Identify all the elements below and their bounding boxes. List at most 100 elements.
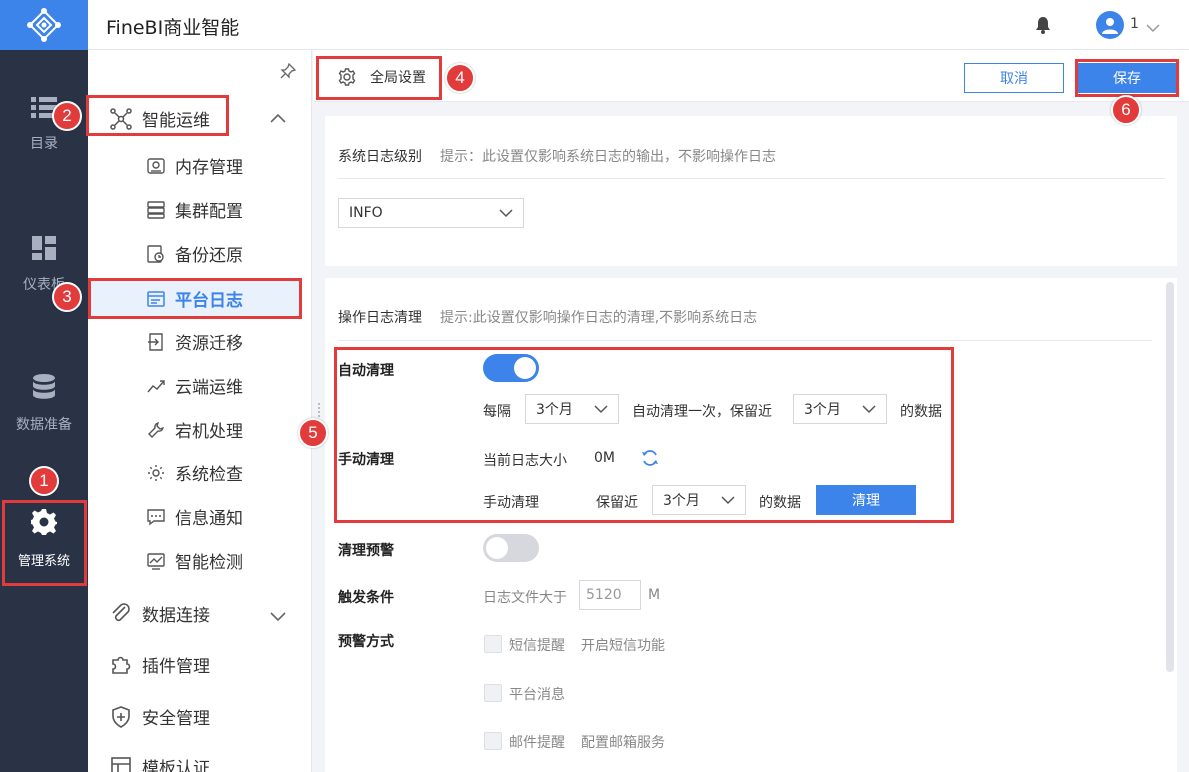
nav-item-cluster[interactable]: 集群配置 <box>147 197 243 222</box>
app-title: FineBI商业智能 <box>106 17 240 39</box>
mail-label: 邮件提醒 <box>509 735 565 751</box>
oplog-card <box>325 278 1177 772</box>
sms-link[interactable]: 开启短信功能 <box>581 635 665 655</box>
nav-item-notify[interactable]: 信息通知 <box>147 504 243 529</box>
nav-item-platform-log[interactable]: 平台日志 <box>147 286 243 311</box>
shield-icon <box>112 705 130 728</box>
trigger-unit: M <box>648 587 661 603</box>
dashboard-icon <box>32 236 56 260</box>
nav-item-crash[interactable]: 宕机处理 <box>147 417 243 442</box>
sms-label: 短信提醒 <box>509 638 565 654</box>
nav-item-smart-detect[interactable]: 智能检测 <box>147 548 243 573</box>
oplog-hint: 提示:此设置仅影响操作日志的清理,不影响系统日志 <box>440 310 758 326</box>
gear-icon <box>338 68 356 86</box>
network-icon <box>110 107 132 130</box>
divider <box>338 340 1152 341</box>
template-icon <box>111 756 131 772</box>
nav-group-template[interactable]: 模板认证 <box>110 754 210 772</box>
rail-label: 数据准备 <box>16 417 72 433</box>
bell-icon[interactable] <box>1035 16 1051 38</box>
auto-clean-label: 自动清理 <box>338 363 394 379</box>
chevron-up-icon[interactable] <box>270 110 286 129</box>
auto-suffix: 的数据 <box>900 404 942 420</box>
scrollbar[interactable] <box>1166 282 1174 672</box>
annotation-badge-4: 4 <box>445 63 475 93</box>
app-logo[interactable] <box>0 0 88 50</box>
trigger-size-input[interactable] <box>579 580 641 610</box>
annotation-badge-5: 5 <box>298 418 328 448</box>
nav-group-security[interactable]: 安全管理 <box>110 704 210 729</box>
current-size-value: 0M <box>594 450 615 466</box>
nav-item-system-check[interactable]: 系统检查 <box>147 460 243 485</box>
wrench-icon <box>148 421 164 438</box>
auto-interval-select[interactable]: 3个月 <box>525 394 619 424</box>
refresh-icon[interactable] <box>641 449 659 471</box>
manual-sub-label: 手动清理 <box>483 495 539 511</box>
rail-item-admin[interactable]: 管理系统 <box>0 508 88 569</box>
auto-middle-text: 自动清理一次，保留近 <box>632 404 772 420</box>
gear-icon <box>148 464 164 481</box>
auto-clean-toggle[interactable] <box>483 354 539 382</box>
platform-msg-label: 平台消息 <box>509 687 565 703</box>
monitor-icon <box>147 552 165 570</box>
warn-label: 清理预警 <box>338 543 394 559</box>
nav-group-data-connection[interactable]: 数据连接 <box>110 601 210 626</box>
syslog-hint: 提示：此设置仅影响系统日志的输出，不影响操作日志 <box>440 149 776 165</box>
page-title: 全局设置 <box>338 67 426 87</box>
syslog-label: 系统日志级别 <box>338 149 422 165</box>
trigger-label: 触发条件 <box>338 590 394 606</box>
platform-msg-checkbox[interactable] <box>484 684 502 702</box>
nav-item-backup[interactable]: 备份还原 <box>147 241 243 266</box>
chevron-down-icon <box>862 405 876 414</box>
log-icon <box>147 290 165 307</box>
manual-suffix: 的数据 <box>759 495 801 511</box>
logo-icon <box>27 8 61 42</box>
nav-item-migration[interactable]: 资源迁移 <box>147 329 243 354</box>
server-icon <box>147 200 165 219</box>
rail-label: 目录 <box>30 136 58 152</box>
annotation-badge-2: 2 <box>52 101 82 131</box>
syslog-card <box>325 116 1177 266</box>
oplog-label: 操作日志清理 <box>338 310 422 326</box>
nav-group-plugin[interactable]: 插件管理 <box>110 652 210 677</box>
trigger-text: 日志文件大于 <box>483 590 567 606</box>
chevron-down-icon[interactable] <box>270 607 286 626</box>
memory-icon <box>147 157 165 174</box>
nav-item-cloud-ops[interactable]: 云端运维 <box>147 373 243 398</box>
avatar[interactable] <box>1096 11 1124 39</box>
clear-button[interactable]: 清理 <box>816 485 916 515</box>
manual-keep-select[interactable]: 3个月 <box>652 485 746 515</box>
link-icon <box>112 602 130 621</box>
syslog-level-select[interactable]: INFO <box>338 198 524 228</box>
gear-icon <box>31 509 57 535</box>
divider <box>338 178 1165 179</box>
annotation-badge-6: 6 <box>1111 95 1141 125</box>
sms-checkbox[interactable] <box>484 635 502 653</box>
puzzle-icon <box>112 656 131 674</box>
annotation-badge-3: 3 <box>52 282 82 312</box>
pin-icon[interactable] <box>280 62 297 83</box>
save-button[interactable]: 保存 <box>1078 63 1176 93</box>
nav-item-memory[interactable]: 内存管理 <box>147 153 243 178</box>
chevron-down-icon <box>721 496 735 505</box>
rail-item-data-prep[interactable]: 数据准备 <box>0 374 88 434</box>
warn-toggle[interactable] <box>483 534 539 562</box>
mail-checkbox[interactable] <box>484 732 502 750</box>
annotation-badge-1: 1 <box>29 466 59 496</box>
user-icon <box>1102 18 1118 34</box>
rail-label: 管理系统 <box>17 554 70 569</box>
database-icon <box>33 374 55 399</box>
user-name[interactable]: 1 <box>1130 16 1139 32</box>
chevron-down-icon[interactable] <box>1146 18 1160 37</box>
chevron-down-icon <box>594 405 608 414</box>
auto-keep-select[interactable]: 3个月 <box>793 394 887 424</box>
every-label: 每隔 <box>483 404 511 420</box>
migrate-icon <box>148 332 163 351</box>
message-icon <box>147 508 165 525</box>
manual-clean-label: 手动清理 <box>338 452 394 468</box>
mail-link[interactable]: 配置邮箱服务 <box>581 732 665 752</box>
keep-label: 保留近 <box>596 495 638 511</box>
chevron-down-icon <box>499 209 513 218</box>
nav-group-ops[interactable]: 智能运维 <box>110 106 210 131</box>
cancel-button[interactable]: 取消 <box>964 63 1064 93</box>
